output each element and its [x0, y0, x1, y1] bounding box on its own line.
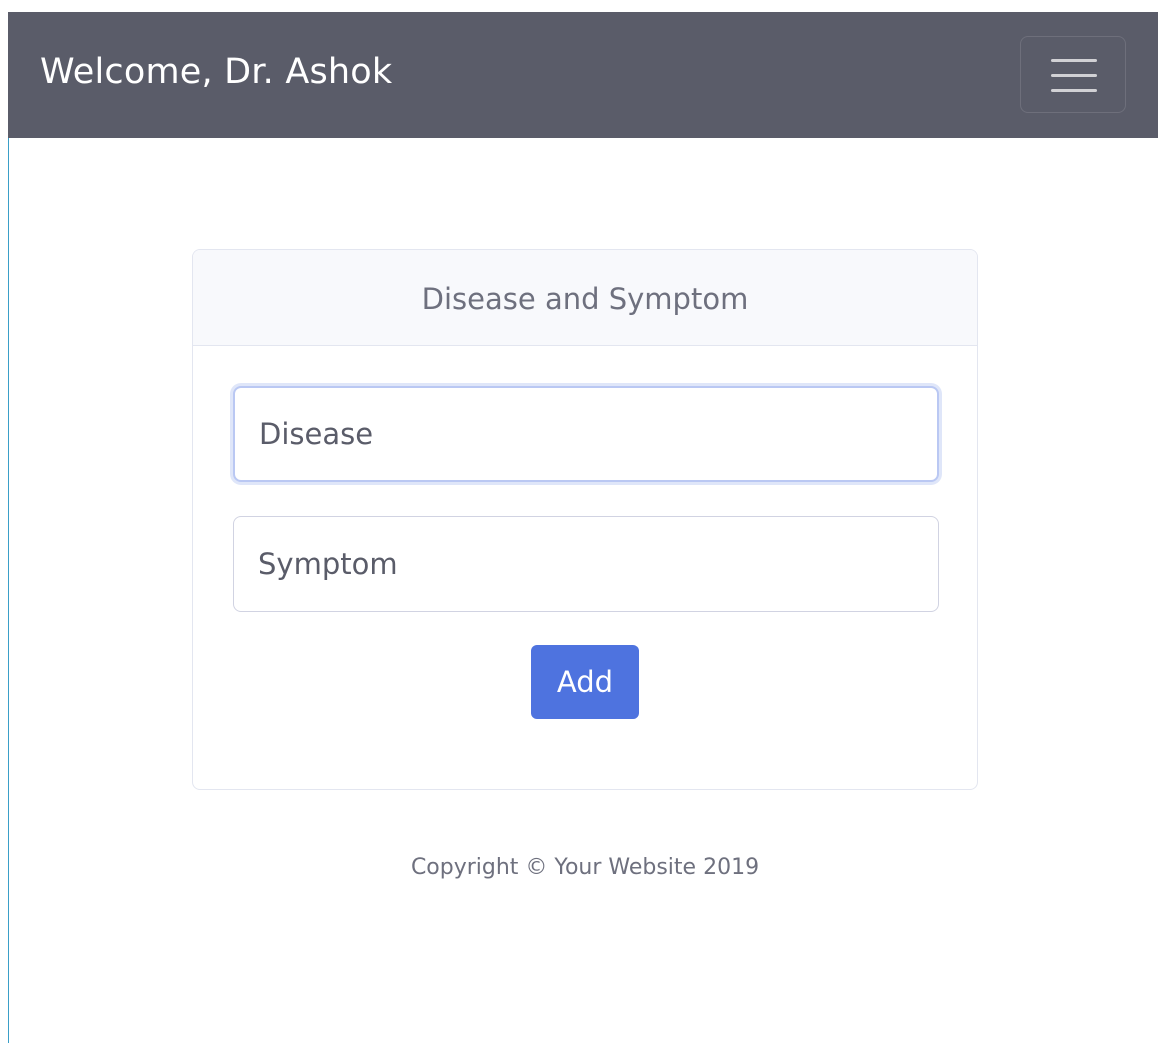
welcome-title: Welcome, Dr. Ashok — [40, 52, 393, 92]
navbar-toggle-button[interactable] — [1020, 36, 1126, 113]
add-button[interactable]: Add — [531, 645, 639, 719]
top-navbar: Welcome, Dr. Ashok — [8, 12, 1158, 138]
top-strip — [0, 0, 1158, 12]
left-edge-line — [8, 138, 9, 1043]
hamburger-icon-line — [1051, 74, 1097, 77]
symptom-input[interactable] — [233, 516, 939, 612]
hamburger-icon — [1051, 59, 1097, 62]
disease-input[interactable] — [233, 386, 939, 482]
hamburger-icon-line — [1051, 89, 1097, 92]
card-header: Disease and Symptom — [193, 250, 977, 346]
card-title: Disease and Symptom — [421, 282, 749, 316]
copyright-footer: Copyright © Your Website 2019 — [410, 855, 760, 880]
disease-symptom-card: Disease and Symptom Add — [192, 249, 978, 790]
